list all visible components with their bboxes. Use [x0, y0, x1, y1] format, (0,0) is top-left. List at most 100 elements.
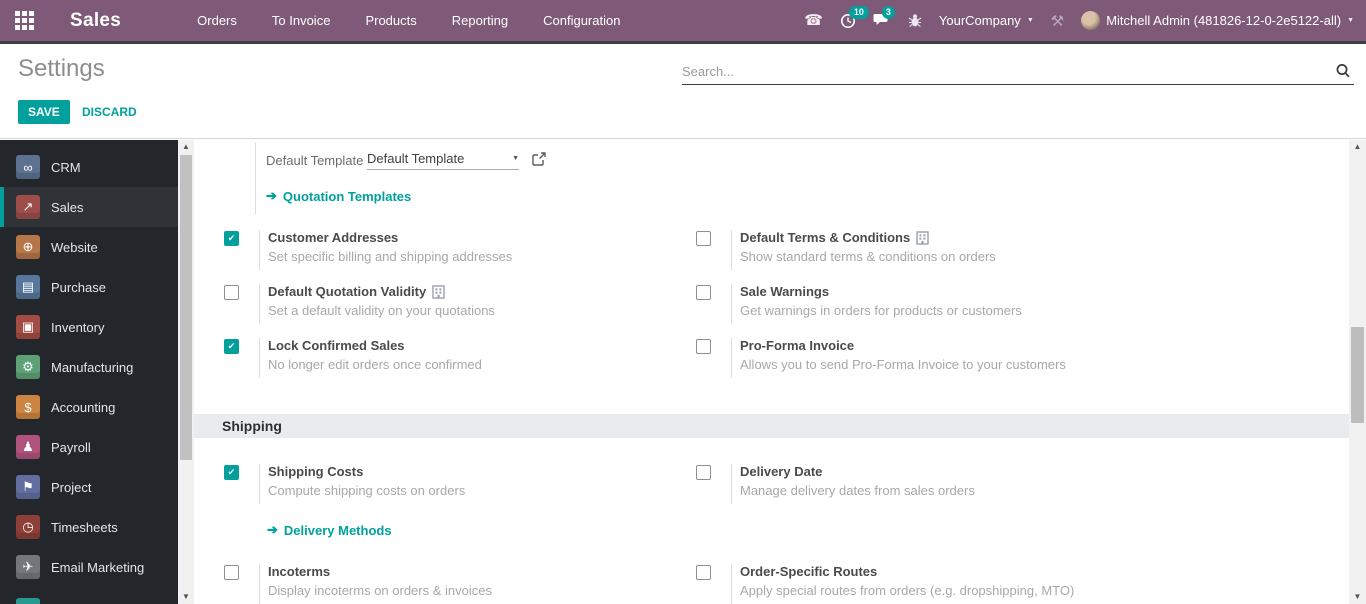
default-terms-checkbox[interactable]: ✔ [696, 231, 711, 246]
setting-lock-confirmed-sales: ✔ Lock Confirmed Sales No longer edit or… [224, 338, 679, 378]
shipping-costs-checkbox[interactable]: ✔ [224, 465, 239, 480]
default-template-value: Default Template [367, 151, 465, 166]
search-input[interactable] [682, 58, 1354, 84]
sidebar-item-label: Purchase [51, 279, 106, 295]
setting-title: Default Quotation Validity [268, 284, 495, 299]
order-specific-routes-checkbox[interactable]: ✔ [696, 565, 711, 580]
setting-delivery-date: ✔ Delivery Date Manage delivery dates fr… [696, 464, 1151, 504]
scrollbar-thumb[interactable] [1351, 327, 1364, 423]
scroll-up-arrow[interactable]: ▲ [178, 140, 194, 154]
customer-addresses-checkbox[interactable]: ✔ [224, 231, 239, 246]
support-tools-icon[interactable]: ⚒ [1051, 12, 1064, 30]
setting-shipping-costs: ✔ Shipping Costs Compute shipping costs … [224, 464, 679, 504]
user-menu[interactable]: Mitchell Admin (481826-12-0-2e5122-all) … [1081, 11, 1354, 30]
search-bar [682, 58, 1354, 85]
setting-pro-forma-invoice: ✔ Pro-Forma Invoice Allows you to send P… [696, 338, 1151, 378]
sidebar-item-sales[interactable]: ↗ Sales [0, 187, 178, 227]
company-name: YourCompany [938, 13, 1021, 28]
app-name[interactable]: Sales [70, 10, 121, 32]
sidebar-item-manufacturing[interactable]: ⚙ Manufacturing [0, 347, 178, 387]
discard-button[interactable]: DISCARD [74, 100, 145, 124]
sidebar-item-label: Website [51, 239, 98, 255]
chevron-down-icon: ▼ [1347, 17, 1354, 24]
email-marketing-app-icon: ✈ [16, 555, 40, 579]
sidebar-item-email-marketing[interactable]: ✈ Email Marketing [0, 547, 178, 587]
delivery-date-checkbox[interactable]: ✔ [696, 465, 711, 480]
sale-warnings-checkbox[interactable]: ✔ [696, 285, 711, 300]
sidebar-item-purchase[interactable]: ▤ Purchase [0, 267, 178, 307]
activities-icon[interactable]: 10 [840, 5, 869, 29]
arrow-right-icon: ➔ [266, 188, 277, 203]
sidebar-item-crm[interactable]: ∞ CRM [0, 147, 178, 187]
check-icon: ✔ [227, 467, 236, 477]
setting-title: Default Terms & Conditions [740, 230, 996, 245]
page-title: Settings [18, 55, 105, 82]
timesheets-app-icon: ◷ [16, 515, 40, 539]
menu-to-invoice[interactable]: To Invoice [270, 9, 333, 32]
scrollbar-thumb[interactable] [180, 155, 192, 460]
control-panel: Settings SAVE DISCARD [0, 44, 1366, 139]
default-template-select[interactable]: Default Template ▼ [367, 151, 519, 170]
company-switcher[interactable]: YourCompany ▼ [939, 13, 1034, 28]
menu-reporting[interactable]: Reporting [450, 9, 510, 32]
sidebar-item-payroll[interactable]: ♟ Payroll [0, 427, 178, 467]
incoterms-checkbox[interactable]: ✔ [224, 565, 239, 580]
sidebar-item-label: Sales [51, 199, 84, 215]
lock-confirmed-sales-checkbox[interactable]: ✔ [224, 339, 239, 354]
scroll-down-arrow[interactable]: ▼ [178, 590, 194, 604]
setting-default-terms-conditions: ✔ Default Terms & Conditions Show standa… [696, 230, 1151, 270]
sidebar-item-accounting[interactable]: $ Accounting [0, 387, 178, 427]
menu-products[interactable]: Products [363, 9, 418, 32]
setting-divider [731, 284, 732, 324]
manufacturing-app-icon: ⚙ [16, 355, 40, 379]
section-title: Shipping [222, 418, 282, 434]
sidebar-item-events[interactable]: ★ Events [0, 590, 178, 604]
delivery-methods-link[interactable]: ➔ Delivery Methods [267, 522, 392, 538]
scroll-up-arrow[interactable]: ▲ [1349, 140, 1366, 154]
default-template-label: Default Template [266, 153, 364, 168]
sidebar-item-website[interactable]: ⊕ Website [0, 227, 178, 267]
setting-divider [259, 464, 260, 504]
setting-customer-addresses: ✔ Customer Addresses Set specific billin… [224, 230, 679, 270]
save-button[interactable]: SAVE [18, 100, 70, 124]
messages-icon[interactable]: 3 [873, 6, 895, 28]
sidebar-item-timesheets[interactable]: ◷ Timesheets [0, 507, 178, 547]
setting-title: Delivery Date [740, 464, 823, 479]
search-icon[interactable] [1334, 62, 1352, 80]
menu-orders[interactable]: Orders [195, 9, 239, 32]
setting-divider [255, 142, 256, 214]
sidebar-item-label: Timesheets [51, 519, 118, 535]
pro-forma-checkbox[interactable]: ✔ [696, 339, 711, 354]
sidebar-item-inventory[interactable]: ▣ Inventory [0, 307, 178, 347]
external-link-icon[interactable] [532, 152, 546, 166]
sidebar-item-project[interactable]: ⚑ Project [0, 467, 178, 507]
menu-configuration[interactable]: Configuration [541, 9, 622, 32]
setting-title: Pro-Forma Invoice [740, 338, 855, 353]
crm-app-icon: ∞ [16, 155, 40, 179]
messages-badge: 3 [881, 6, 895, 19]
phone-icon[interactable]: ☎ [804, 13, 823, 28]
bug-glyph [908, 14, 922, 28]
topbar-right: ☎ 10 3 YourCompany ▼ ⚒ Mitchell Admin (4… [804, 0, 1354, 41]
sales-app-icon: ↗ [16, 195, 40, 219]
quotation-templates-link[interactable]: ➔ Quotation Templates [266, 188, 411, 204]
setting-description: Show standard terms & conditions on orde… [740, 249, 996, 264]
payroll-app-icon: ♟ [16, 435, 40, 459]
setting-divider [731, 564, 732, 604]
setting-description: Allows you to send Pro-Forma Invoice to … [740, 357, 1066, 372]
quotation-validity-checkbox[interactable]: ✔ [224, 285, 239, 300]
setting-incoterms: ✔ Incoterms Display incoterms on orders … [224, 564, 679, 604]
odoo-settings-page: Sales Orders To Invoice Products Reporti… [0, 0, 1366, 604]
sidebar-item-label: Payroll [51, 439, 91, 455]
setting-description: Apply special routes from orders (e.g. d… [740, 583, 1075, 598]
setting-sale-warnings: ✔ Sale Warnings Get warnings in orders f… [696, 284, 1151, 324]
debug-bug-icon[interactable] [908, 13, 922, 28]
setting-divider [731, 464, 732, 504]
sidebar-item-label: Inventory [51, 319, 105, 335]
settings-content: Default Template Default Template ▼ ➔ Qu… [194, 140, 1349, 604]
apps-menu-icon[interactable] [15, 11, 34, 30]
setting-title: Order-Specific Routes [740, 564, 878, 579]
sidebar-item-label: CRM [51, 159, 81, 175]
scroll-down-arrow[interactable]: ▼ [1349, 590, 1366, 604]
setting-title: Sale Warnings [740, 284, 830, 299]
